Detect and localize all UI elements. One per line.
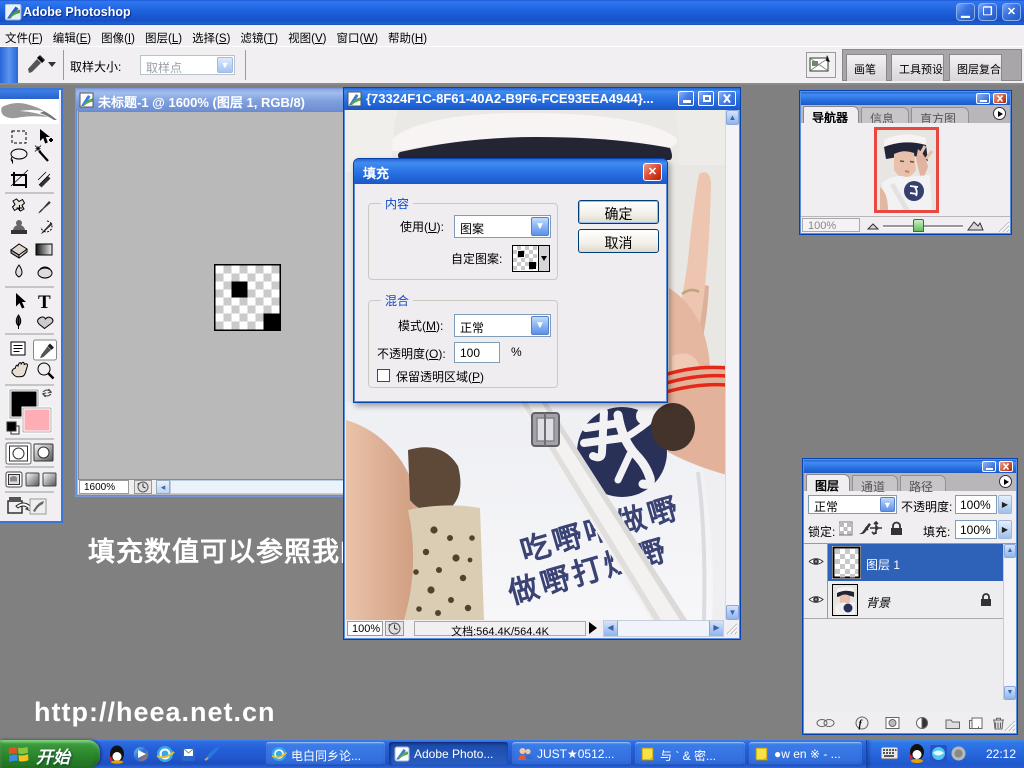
svg-text:T: T: [38, 292, 51, 313]
